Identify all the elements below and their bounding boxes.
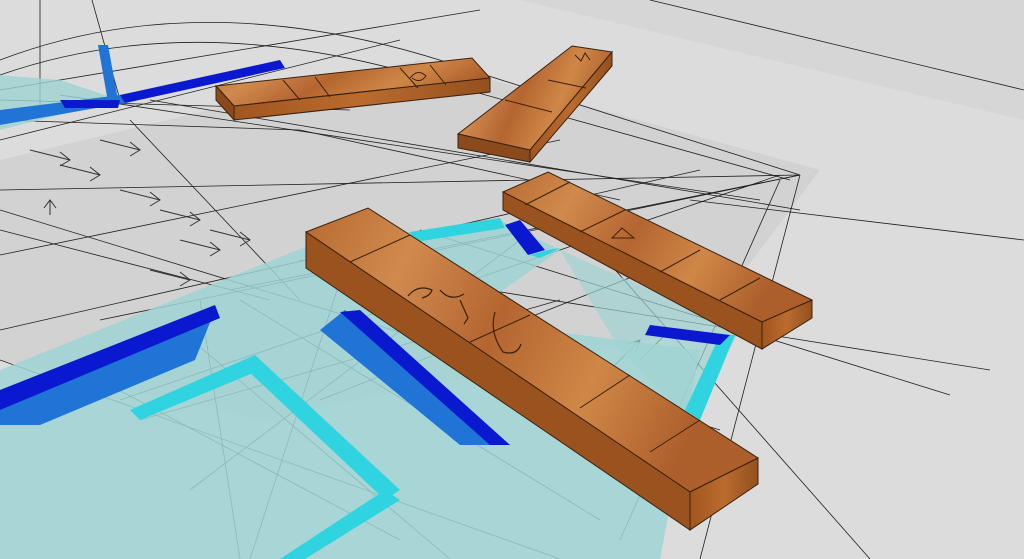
3d-viewport[interactable] — [0, 0, 1024, 559]
